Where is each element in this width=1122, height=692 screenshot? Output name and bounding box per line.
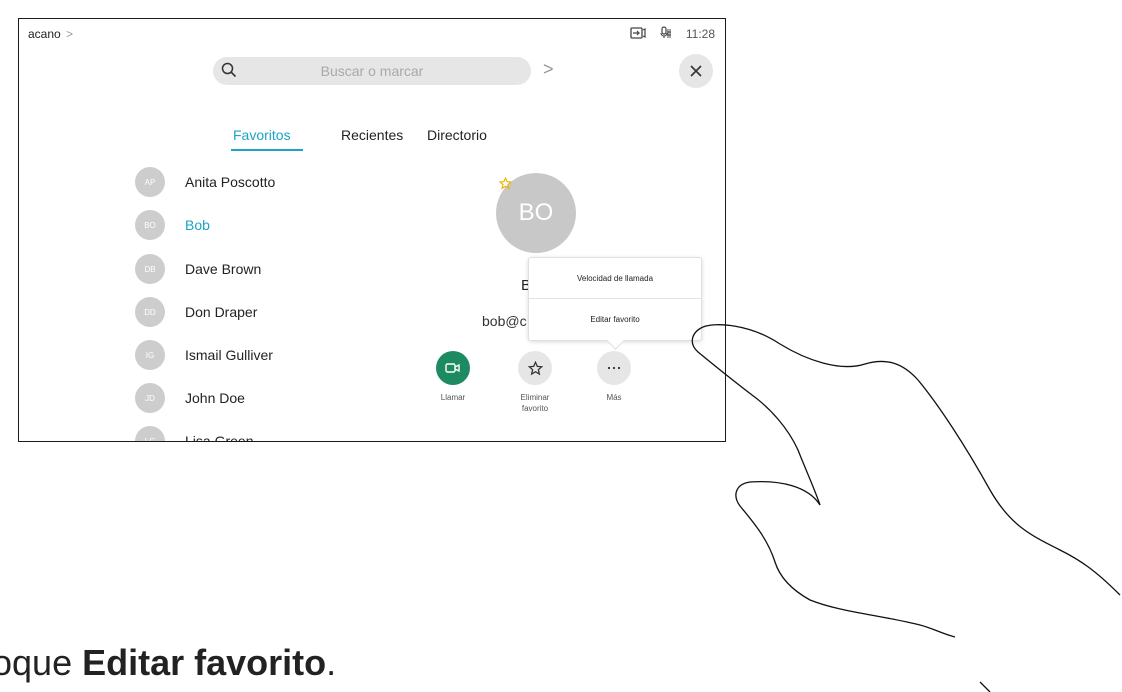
contact-row[interactable]: BO Bob <box>135 209 210 241</box>
more-button[interactable]: Más <box>579 351 649 403</box>
call-button[interactable]: Llamar <box>418 351 488 403</box>
avatar: JD <box>135 383 165 413</box>
contact-detail-email: bob@c <box>482 313 527 329</box>
avatar: DB <box>135 254 165 284</box>
avatar: DD <box>135 297 165 327</box>
instruction-bold: Editar favorito <box>82 642 327 683</box>
favorite-star-icon <box>498 176 513 195</box>
search-forward-chevron-icon[interactable]: > <box>543 59 554 80</box>
pointing-hand-icon <box>691 324 1121 692</box>
avatar: IG <box>135 340 165 370</box>
contact-row[interactable]: LG Lisa Green <box>135 425 254 442</box>
more-options-popover: Velocidad de llamada Editar favorito <box>528 257 702 350</box>
tab-favoritos[interactable]: Favoritos <box>231 127 303 151</box>
status-area: 11:28 <box>630 26 715 42</box>
contact-name: Ismail Gulliver <box>185 347 273 363</box>
brand-label: acano <box>28 27 61 41</box>
contact-name: Anita Poscotto <box>185 174 276 190</box>
clock-time: 11:28 <box>685 27 715 41</box>
brand-menu[interactable]: acano > <box>28 27 73 41</box>
tab-directorio[interactable]: Directorio <box>427 127 487 149</box>
contact-row[interactable]: DB Dave Brown <box>135 253 261 285</box>
avatar: AP <box>135 167 165 197</box>
chevron-right-icon: > <box>66 27 74 41</box>
contact-name: John Doe <box>185 390 245 406</box>
more-label: Más <box>606 393 622 402</box>
avatar: LG <box>135 426 165 441</box>
contact-name: Bob <box>185 217 210 233</box>
avatar: BO <box>135 210 165 240</box>
contact-row[interactable]: IG Ismail Gulliver <box>135 339 273 371</box>
contact-name: Dave Brown <box>185 261 262 277</box>
instruction-prefix: oque <box>0 642 83 683</box>
contact-name: Don Draper <box>185 304 258 320</box>
contact-name: Lisa Green <box>185 433 254 442</box>
instruction-suffix: . <box>326 642 337 683</box>
more-icon <box>607 366 621 370</box>
remove-favorite-circle <box>518 351 552 385</box>
tab-recientes[interactable]: Recientes <box>341 127 403 149</box>
speed-dial-option[interactable]: Velocidad de llamada <box>529 258 701 298</box>
device-screen: acano > 11:28 Buscar o marcar > Favorito… <box>18 18 726 442</box>
search-field[interactable]: Buscar o marcar <box>213 57 531 85</box>
call-label: Llamar <box>440 393 466 402</box>
call-circle <box>436 351 470 385</box>
screen-share-icon[interactable] <box>630 26 646 42</box>
search-placeholder: Buscar o marcar <box>320 63 424 79</box>
close-button[interactable] <box>679 54 713 88</box>
contact-row[interactable]: DD Don Draper <box>135 296 257 328</box>
camera-icon <box>445 363 460 373</box>
contact-row[interactable]: JD John Doe <box>135 382 245 414</box>
instruction-text: oque Editar favorito. <box>0 642 336 684</box>
microphone-muted-icon[interactable] <box>660 26 672 42</box>
close-icon <box>690 65 702 77</box>
remove-favorite-button[interactable]: Eliminar favorito <box>500 351 570 414</box>
more-circle <box>597 351 631 385</box>
star-outline-icon <box>527 360 543 375</box>
remove-favorite-label: Eliminar favorito <box>520 393 550 413</box>
contact-row[interactable]: AP Anita Poscotto <box>135 166 275 198</box>
